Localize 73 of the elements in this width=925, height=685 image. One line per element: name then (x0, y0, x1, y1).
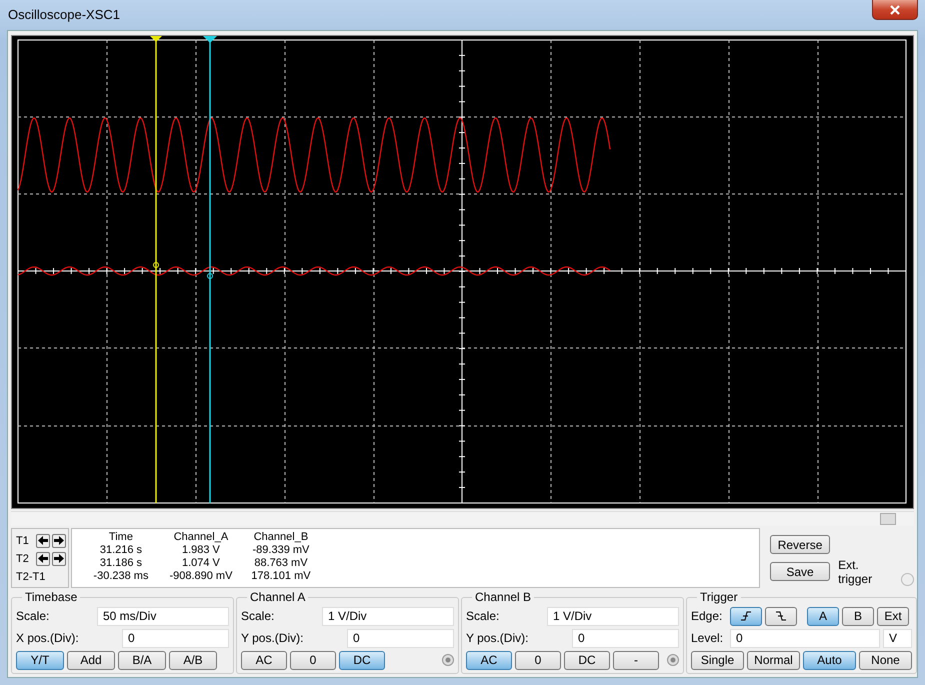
field-label: Edge: (691, 609, 724, 623)
trigger-mode-button[interactable]: Single (691, 650, 744, 670)
ext-trigger-indicator (901, 573, 914, 586)
source-button[interactable]: B (842, 606, 874, 626)
cursor-label: T2-T1 (16, 570, 46, 582)
table-cell: 1.074 V (182, 557, 220, 570)
table-cell: -908.890 mV (169, 570, 232, 583)
table-cell: 88.763 mV (254, 557, 308, 570)
field-label: X pos.(Div): (16, 631, 80, 645)
group-title: Channel B (474, 590, 532, 604)
close-icon (889, 4, 901, 14)
edge-button[interactable] (730, 606, 762, 626)
input-indicator (667, 654, 679, 666)
trigger-mode-button[interactable]: Auto (803, 650, 856, 670)
table-cell: 31.216 s (100, 544, 142, 557)
input-indicator (442, 654, 454, 666)
field-label: Scale: (16, 609, 50, 623)
trigger-mode-button[interactable]: None (859, 650, 912, 670)
group-title: Timebase (24, 590, 78, 604)
move-right-button[interactable] (52, 534, 66, 548)
cursor-label: T1 (16, 534, 30, 546)
coupling-button[interactable]: 0 (290, 650, 336, 670)
table-cell: 178.101 mV (251, 570, 311, 583)
scale-field[interactable]: 50 ms/Div (97, 606, 229, 626)
cursor-label: T2 (16, 552, 30, 564)
cursor-line[interactable] (150, 36, 162, 503)
rising-edge-icon (740, 611, 752, 621)
horizontal-scrollbar[interactable] (11, 511, 914, 526)
coupling-button[interactable]: DC (564, 650, 610, 670)
field-label: Scale: (241, 609, 276, 623)
column-header: Channel_B (254, 531, 308, 544)
level-field[interactable]: 0 (730, 628, 880, 648)
move-left-button[interactable] (36, 534, 50, 548)
ext-trigger-label: Ext. trigger (838, 558, 874, 586)
table-cell: 31.186 s (100, 557, 142, 570)
table-cell: -30.238 ms (93, 570, 148, 583)
coupling-button[interactable]: DC (339, 650, 385, 670)
edge-button[interactable] (765, 606, 797, 626)
cursor-line[interactable] (203, 36, 217, 503)
mode-button[interactable]: Y/T (16, 650, 64, 670)
mode-button[interactable]: B/A (118, 650, 166, 670)
window-title: Oscilloscope-XSC1 (8, 7, 120, 22)
group-title: Channel A (249, 590, 306, 604)
falling-edge-icon (775, 611, 787, 621)
table-cell: -89.339 mV (252, 544, 310, 557)
source-button[interactable]: A (807, 606, 839, 626)
coupling-button[interactable]: - (613, 650, 659, 670)
coupling-button[interactable]: 0 (515, 650, 561, 670)
trigger-mode-button[interactable]: Normal (747, 650, 800, 670)
field-label: Y pos.(Div): (466, 631, 530, 645)
field-label: Y pos.(Div): (241, 631, 304, 645)
scale-field[interactable]: 1 V/Div (547, 606, 679, 626)
mode-button[interactable]: A/B (169, 650, 217, 670)
column-header: Time (108, 531, 133, 544)
scale-field[interactable]: 1 V/Div (322, 606, 454, 626)
field-label: Scale: (466, 609, 500, 623)
position-field[interactable]: 0 (572, 628, 679, 648)
coupling-button[interactable]: AC (466, 650, 512, 670)
position-field[interactable]: 0 (347, 628, 454, 648)
close-button[interactable] (872, 0, 918, 20)
unit-field: V (883, 628, 912, 648)
move-right-button[interactable] (52, 552, 66, 566)
source-button[interactable]: Ext (877, 606, 909, 626)
column-header: Channel_A (174, 531, 228, 544)
position-field[interactable]: 0 (122, 628, 229, 648)
save-button[interactable]: Save (770, 562, 830, 581)
field-label: Level: (691, 631, 724, 645)
coupling-button[interactable]: AC (241, 650, 287, 670)
table-cell: 1.983 V (182, 544, 220, 557)
reverse-button[interactable]: Reverse (770, 535, 830, 554)
mode-button[interactable]: Add (67, 650, 115, 670)
move-left-button[interactable] (36, 552, 50, 566)
group-title: Trigger (699, 590, 739, 604)
